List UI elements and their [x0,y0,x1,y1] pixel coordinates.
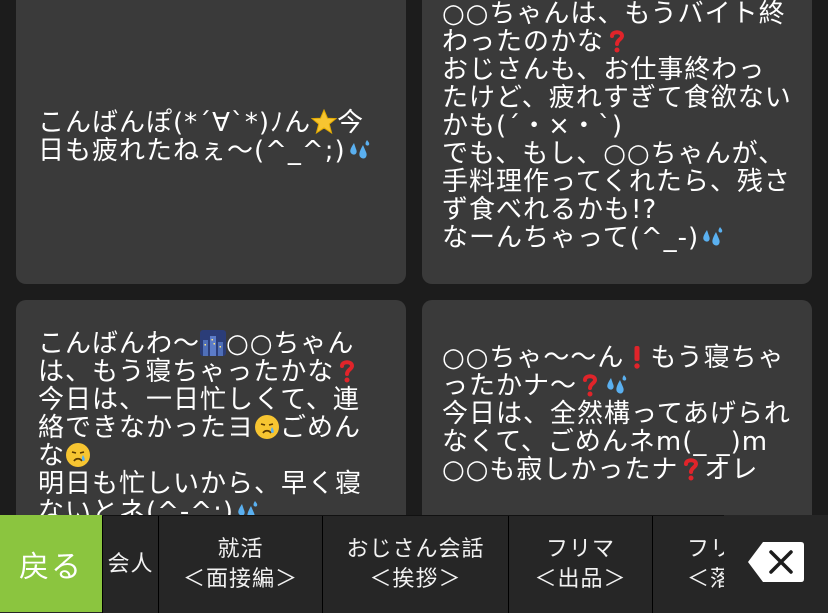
red-question-mark-icon [577,372,603,398]
message-line: 今日は、全然構ってあげられなくて、ごめんネm(_ _)m [442,399,791,457]
back-button[interactable]: 戻る [0,515,102,612]
message-line: なーんちゃって(^_-) [442,223,700,253]
message-card[interactable]: ○○ちゃんは、もうバイト終わったのかな おじさんも、お仕事終わったけど、疲れすぎ… [422,0,812,284]
category-tab-label: フリマ [545,536,615,562]
message-card[interactable]: こんばんぽ(*´∀`*)ﾉん 今日も疲れたねぇ〜(^_^;) [16,0,406,284]
category-tab-flea-market-listing[interactable]: フリマ ＜出品＞ [508,516,652,613]
red-question-mark-icon [334,358,360,384]
category-tab-label: 就活 [217,536,264,562]
message-line: オレ [704,455,759,485]
category-tab-ojisan-greeting[interactable]: おじさん会話 ＜挨拶＞ [322,516,508,613]
message-line: こんばんわ〜 [38,329,201,359]
sweat-droplets-emoji-icon [346,137,372,163]
message-line: ○○ちゃ〜〜ん [442,343,625,373]
red-question-mark-icon [678,456,704,482]
message-line: でも、もし、○○ちゃんが、手料理作ってくれたら、残さず食べれるかも!? [442,139,791,225]
message-text: ○○ちゃ〜〜ん もう寝ちゃったかナ〜 今日は、全然構ってあげられなくて、ごめんネm… [442,344,792,484]
message-text: ○○ちゃんは、もうバイト終わったのかな おじさんも、お仕事終わったけど、疲れすぎ… [442,0,792,252]
message-text: こんばんわ〜 ○○ちゃんは、もう寝ちゃったかな 今日は、一日忙しくて、連絡できなか… [38,330,384,526]
category-tab-job-hunting-interview[interactable]: 就活 ＜面接編＞ [158,516,322,613]
delete-button[interactable] [724,515,828,612]
category-tab-sublabel: ＜出品＞ [534,566,627,592]
sweat-droplets-emoji-icon [699,224,725,250]
message-line: おじさんも、お仕事終わったけど、疲れすぎて食欲ないかも(´・×・`) [442,55,792,141]
sweat-droplets-emoji-icon [603,372,629,398]
backspace-icon [747,540,805,588]
message-line: ○○も寂しかったナ [442,455,679,485]
category-tab-label: 会人 [107,551,154,577]
crying-face-emoji-icon [254,414,280,440]
category-tab-label: おじさん会話 [346,536,485,562]
message-line: こんばんぽ(*´∀`*)ﾉん [38,108,312,138]
category-bar: 会人 就活 ＜面接編＞ おじさん会話 ＜挨拶＞ フリマ ＜出品＞ フリ ＜落 [0,515,828,613]
category-tab-sublabel: ＜挨拶＞ [369,566,462,592]
crying-face-emoji-icon [65,442,91,468]
message-text: こんばんぽ(*´∀`*)ﾉん 今日も疲れたねぇ〜(^_^;) [38,109,384,165]
night-city-emoji-icon [200,330,227,356]
red-exclamation-mark-icon [624,344,650,370]
category-tab-working-adult[interactable]: 会人 [102,516,158,613]
red-question-mark-icon [604,28,630,54]
category-tab-sublabel: ＜面接編＞ [182,566,298,592]
star-emoji-icon [311,109,338,135]
